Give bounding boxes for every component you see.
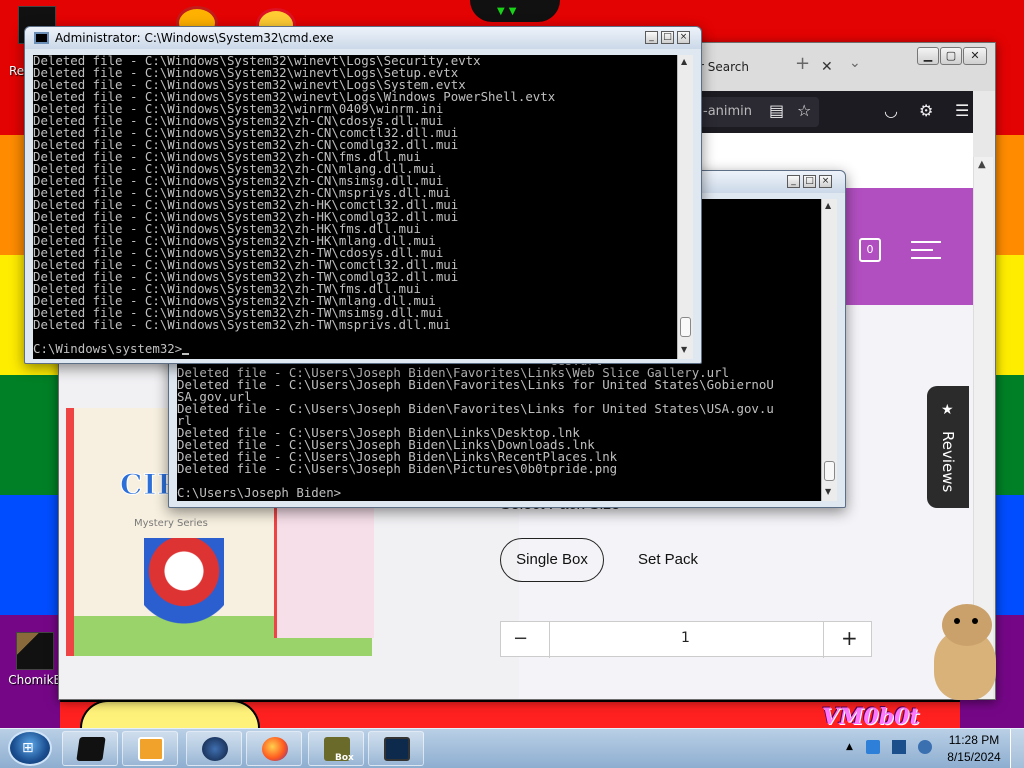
console-scrollbar[interactable]: ▲ ▼ [821,199,837,501]
shopping-bag-icon[interactable]: 0 [859,238,881,262]
start-button[interactable]: ⊞ [8,730,52,766]
console-line: Deleted file - C:\Windows\System32\zh-TW… [33,317,451,332]
clock-date[interactable]: 8/15/2024 [944,750,1004,764]
taskbar-firefox-button[interactable] [246,731,302,766]
wallpaper-eyes: ▼▼ [497,6,521,17]
cmd-window-admin: Administrator: C:\Windows\System32\cmd.e… [24,26,702,364]
desktop-icon-chomikbox[interactable]: ChomikB [4,632,66,687]
wallpaper-logo: VM0b0t [822,704,920,730]
scroll-up-icon[interactable]: ▲ [825,201,831,210]
console-line: Deleted file - C:\Users\Joseph Biden\Fav… [177,401,774,416]
tab-list-icon[interactable]: ⌄ [849,55,861,71]
divider [549,622,550,658]
hamburger-menu-icon[interactable] [911,241,941,265]
extensions-icon[interactable]: ⚙ [919,101,933,120]
console-line: Deleted file - C:\Users\Joseph Biden\Fav… [177,377,774,392]
pocket-icon[interactable]: ◡ [884,101,898,120]
tray-network-icon[interactable] [866,740,880,754]
star-icon: ★ [941,402,954,418]
desktop-icon-label: ChomikB [8,673,62,687]
quantity-stepper: − 1 + [500,621,872,658]
cmd-title-text: Administrator: C:\Windows\System32\cmd.e… [55,31,334,45]
decrease-quantity-button[interactable]: − [513,628,528,649]
hamster-eye [954,618,960,624]
terminal-icon [76,737,106,761]
wallpaper-character [80,700,260,728]
console-line: C:\Users\Joseph Biden> [177,485,342,500]
media-player-icon [138,737,164,761]
hamster-mascot [924,604,1008,708]
scroll-up-icon[interactable]: ▲ [978,159,986,170]
taskbar-media-player-button[interactable] [122,731,178,766]
minimize-button[interactable]: ▁ [917,47,939,65]
scroll-up-icon[interactable]: ▲ [681,57,687,66]
taskbar-cmd-button[interactable] [62,731,118,766]
close-button[interactable]: ✕ [963,47,987,65]
tray-display-icon[interactable] [892,740,906,754]
console-cursor [182,353,190,355]
taskbar-box-label: Box [335,753,354,763]
console-line: C:\Windows\system32> [33,342,677,355]
globe-icon [202,737,228,761]
close-button[interactable]: × [819,175,832,188]
reviews-tab[interactable]: ★ Reviews [927,386,969,508]
close-button[interactable]: × [677,31,690,44]
scroll-thumb[interactable] [680,317,691,337]
single-box-option[interactable]: Single Box [500,538,604,582]
reviews-label: Reviews [939,431,957,493]
reader-view-icon[interactable]: ▤ [769,101,784,120]
tray-expand-icon[interactable]: ▲ [846,742,853,752]
show-desktop-button[interactable] [1010,729,1024,768]
menu-icon[interactable]: ☰ [955,101,969,120]
firefox-icon [262,737,288,761]
product-subtext: Mystery Series [134,518,208,529]
hamster-eye [972,618,978,624]
scroll-down-icon[interactable]: ▼ [681,345,687,354]
scroll-down-icon[interactable]: ▼ [825,487,831,496]
set-pack-option[interactable]: Set Pack [628,538,708,582]
maximize-button[interactable]: □ [661,31,674,44]
cmd-window-icon [34,32,49,44]
cmd-titlebar[interactable]: Administrator: C:\Windows\System32\cmd.e… [25,27,701,49]
tray-volume-icon[interactable] [918,740,932,754]
console-icon [384,737,410,761]
taskbar-chomikbox-button[interactable]: Box [308,731,364,766]
maximize-button[interactable]: □ [803,175,816,188]
minimize-button[interactable]: _ [645,31,658,44]
quantity-value[interactable]: 1 [681,630,690,646]
clock-time[interactable]: 11:28 PM [944,733,1004,747]
hamster-head [942,604,992,646]
chomikbox-icon [16,632,54,670]
console-scrollbar[interactable]: ▲ ▼ [677,55,693,359]
browser-tab[interactable]: r Search [699,55,799,81]
new-tab-icon[interactable]: + [795,53,810,74]
taskbar-globe-button[interactable] [186,731,242,766]
tab-close-icon[interactable]: ✕ [821,55,833,79]
scroll-thumb[interactable] [824,461,835,481]
windows-logo-icon: ⊞ [22,740,34,756]
product-character [144,538,224,648]
increase-quantity-button[interactable]: + [841,626,858,650]
maximize-button[interactable]: ▢ [940,47,962,65]
bookmark-star-icon[interactable]: ☆ [797,101,811,120]
console-line: Deleted file - C:\Users\Joseph Biden\Pic… [177,461,618,476]
taskbar-cmd2-button[interactable] [368,731,424,766]
divider [823,622,824,658]
console-output[interactable]: Deleted file - C:\Windows\System32\winev… [33,55,677,359]
minimize-button[interactable]: _ [787,175,800,188]
